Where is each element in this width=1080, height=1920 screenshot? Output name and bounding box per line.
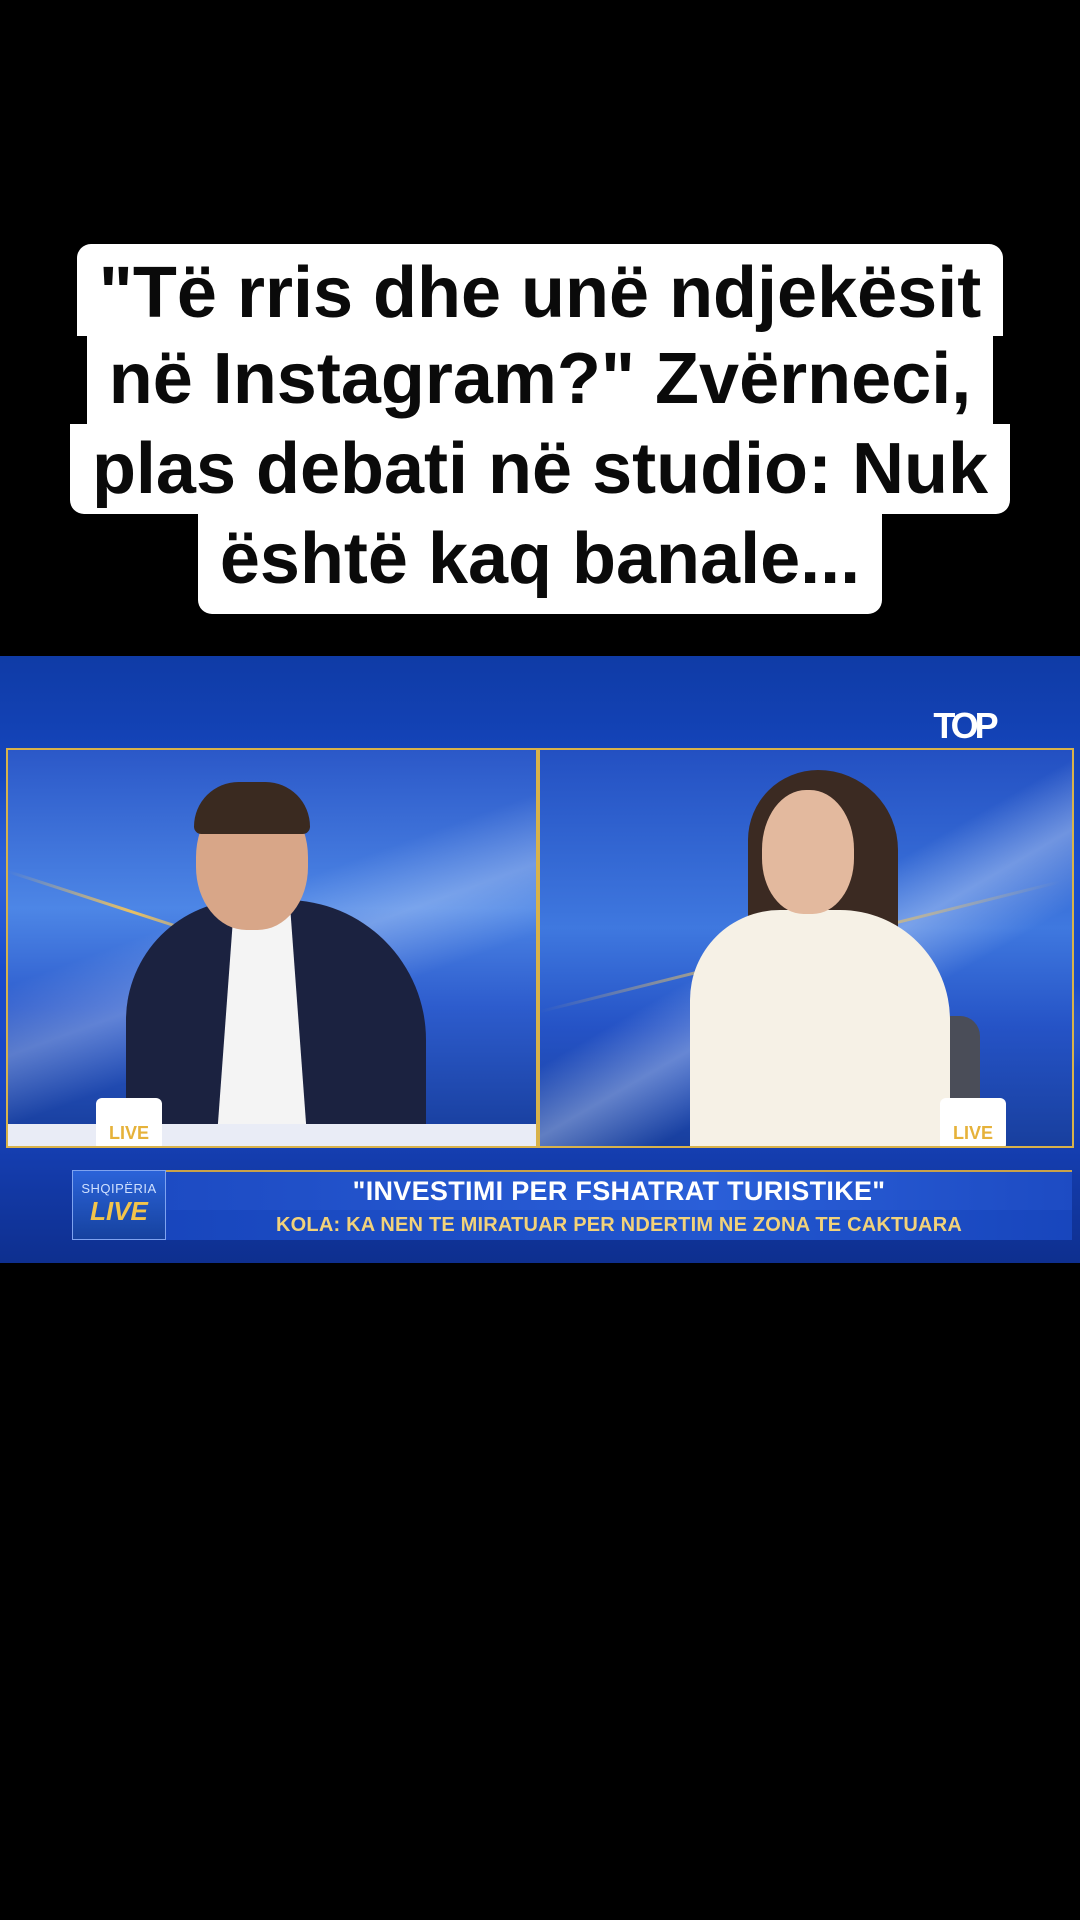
caption-line-2: në Instagram?" Zvërneci,	[86, 334, 994, 424]
mug: LIVE	[940, 1098, 1006, 1146]
caption-row-1: "Të rris dhe unë ndjekësit	[0, 244, 1080, 336]
lower-third-banner: SHQIPËRIA LIVE "INVESTIMI PER FSHATRAT T…	[72, 1170, 1072, 1240]
caption-line-3: plas debati në studio: Nuk	[69, 424, 1011, 514]
caption-line-1: "Të rris dhe unë ndjekësit	[76, 244, 1004, 336]
show-logo-small: SHQIPËRIA	[81, 1181, 157, 1196]
left-camera-frame: LIVE	[6, 748, 538, 1148]
mug-label: LIVE	[952, 1123, 993, 1143]
caption-row-3: plas debati në studio: Nuk	[0, 424, 1080, 514]
caption-overlay: "Të rris dhe unë ndjekësit në Instagram?…	[0, 244, 1080, 614]
studio-desk	[8, 1124, 536, 1146]
headline: "INVESTIMI PER FSHATRAT TURISTIKE"	[166, 1170, 1072, 1210]
caption-row-2: në Instagram?" Zvërneci,	[0, 334, 1080, 424]
caption-row-4: është kaq banale...	[0, 514, 1080, 614]
guest-face	[762, 790, 854, 914]
channel-logo: TOP	[933, 705, 998, 746]
right-camera-frame: LIVE	[538, 748, 1074, 1148]
guest-figure	[690, 910, 950, 1146]
video-player[interactable]: TOP LIVE LIVE SHQIPËRIA LIVE "INVESTIMI …	[0, 656, 1080, 1263]
mug: LIVE	[96, 1098, 162, 1146]
show-logo: SHQIPËRIA LIVE	[72, 1170, 166, 1240]
caption-line-4: është kaq banale...	[197, 514, 883, 614]
subheadline: KOLA: KA NEN TE MIRATUAR PER NDERTIM NE …	[166, 1210, 1072, 1240]
mug-label: LIVE	[108, 1123, 149, 1143]
show-logo-big: LIVE	[90, 1196, 148, 1226]
